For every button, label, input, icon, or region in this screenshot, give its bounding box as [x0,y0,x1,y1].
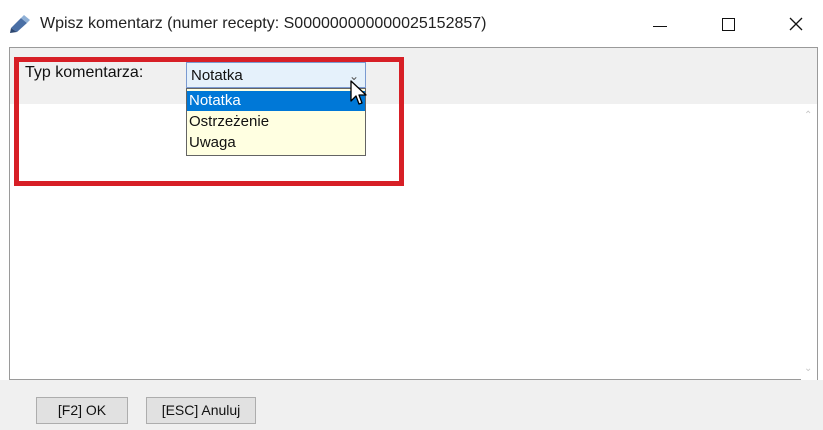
scroll-down-icon[interactable]: ⌄ [804,363,812,374]
vertical-scrollbar[interactable]: ⌃ ⌄ [801,104,817,380]
close-button[interactable] [774,8,818,40]
title-bar: Wpisz komentarz (numer recepty: S0000000… [0,0,823,48]
close-icon [789,17,803,31]
highlight-annotation-box [14,57,404,186]
minimize-icon [653,25,667,27]
window-title: Wpisz komentarz (numer recepty: S0000000… [40,15,487,32]
maximize-button[interactable] [706,8,750,40]
ok-button[interactable]: [F2] OK [36,397,128,424]
minimize-button[interactable] [638,8,682,40]
pen-icon [10,15,30,33]
cancel-button[interactable]: [ESC] Anuluj [146,397,256,424]
scroll-up-icon[interactable]: ⌃ [804,110,812,121]
maximize-icon [721,17,735,31]
